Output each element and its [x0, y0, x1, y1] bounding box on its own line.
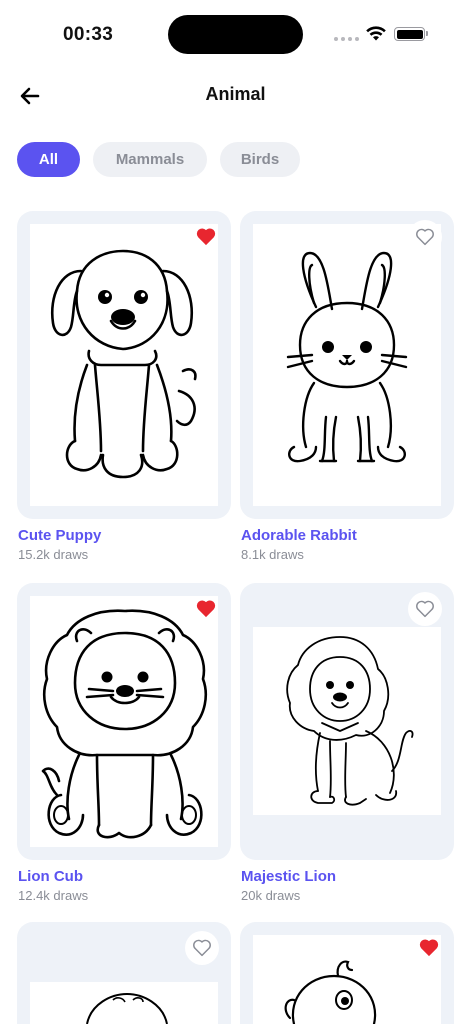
card-title: Adorable Rabbit: [241, 527, 357, 544]
heart-filled-icon: [196, 600, 216, 618]
favorite-toggle[interactable]: [185, 931, 219, 965]
heart-filled-icon: [196, 228, 216, 246]
cellular-signal-icon: [334, 37, 359, 41]
heart-outline-icon: [416, 228, 434, 246]
card-title: Lion Cub: [18, 868, 83, 885]
card-draw-count: 20k draws: [241, 888, 301, 903]
coloring-card[interactable]: [240, 922, 454, 1024]
puppy-drawing: [50, 249, 197, 479]
card-title: Cute Puppy: [18, 527, 102, 544]
animal-drawing: [86, 992, 168, 1024]
top-nav-bar: Animal: [0, 72, 471, 120]
bird-drawing: [284, 960, 377, 1024]
majestic-lion-drawing: [286, 636, 414, 806]
filter-chip-all[interactable]: All: [17, 142, 80, 177]
card-thumbnail[interactable]: [17, 922, 231, 1024]
heart-filled-icon: [419, 939, 439, 957]
card-thumbnail[interactable]: [17, 583, 231, 860]
coloring-card-adorable-rabbit[interactable]: Adorable Rabbit 8.1k draws: [240, 211, 454, 562]
card-thumbnail[interactable]: [240, 211, 454, 519]
filter-chip-mammals[interactable]: Mammals: [93, 142, 207, 177]
heart-outline-icon: [416, 600, 434, 618]
heart-outline-icon: [193, 939, 211, 957]
favorite-toggle[interactable]: [408, 220, 442, 254]
favorite-toggle[interactable]: [189, 219, 223, 253]
dynamic-island: [168, 15, 303, 54]
card-draw-count: 15.2k draws: [18, 547, 89, 562]
coloring-card-majestic-lion[interactable]: Majestic Lion 20k draws: [240, 583, 454, 903]
coloring-card-cute-puppy[interactable]: Cute Puppy 15.2k draws: [17, 211, 231, 562]
card-thumbnail[interactable]: [240, 583, 454, 860]
category-filter-bar: All Mammals Birds: [17, 142, 300, 177]
card-thumbnail[interactable]: [17, 211, 231, 519]
card-title: Majestic Lion: [241, 868, 337, 885]
battery-icon: [394, 27, 428, 41]
coloring-card[interactable]: [17, 922, 231, 1024]
favorite-toggle[interactable]: [412, 930, 446, 964]
filter-chip-birds[interactable]: Birds: [220, 142, 300, 177]
card-draw-count: 8.1k draws: [241, 547, 304, 562]
coloring-card-lion-cub[interactable]: Lion Cub 12.4k draws: [17, 583, 231, 903]
status-time: 00:33: [63, 24, 114, 45]
rabbit-drawing: [286, 251, 408, 463]
card-thumbnail[interactable]: [240, 922, 454, 1024]
card-draw-count: 12.4k draws: [18, 888, 89, 903]
lion-cub-drawing: [41, 609, 207, 839]
page-title: Animal: [205, 84, 266, 104]
status-bar: 00:33: [0, 0, 471, 70]
favorite-toggle[interactable]: [408, 592, 442, 626]
favorite-toggle[interactable]: [189, 591, 223, 625]
wifi-icon: [366, 26, 386, 41]
